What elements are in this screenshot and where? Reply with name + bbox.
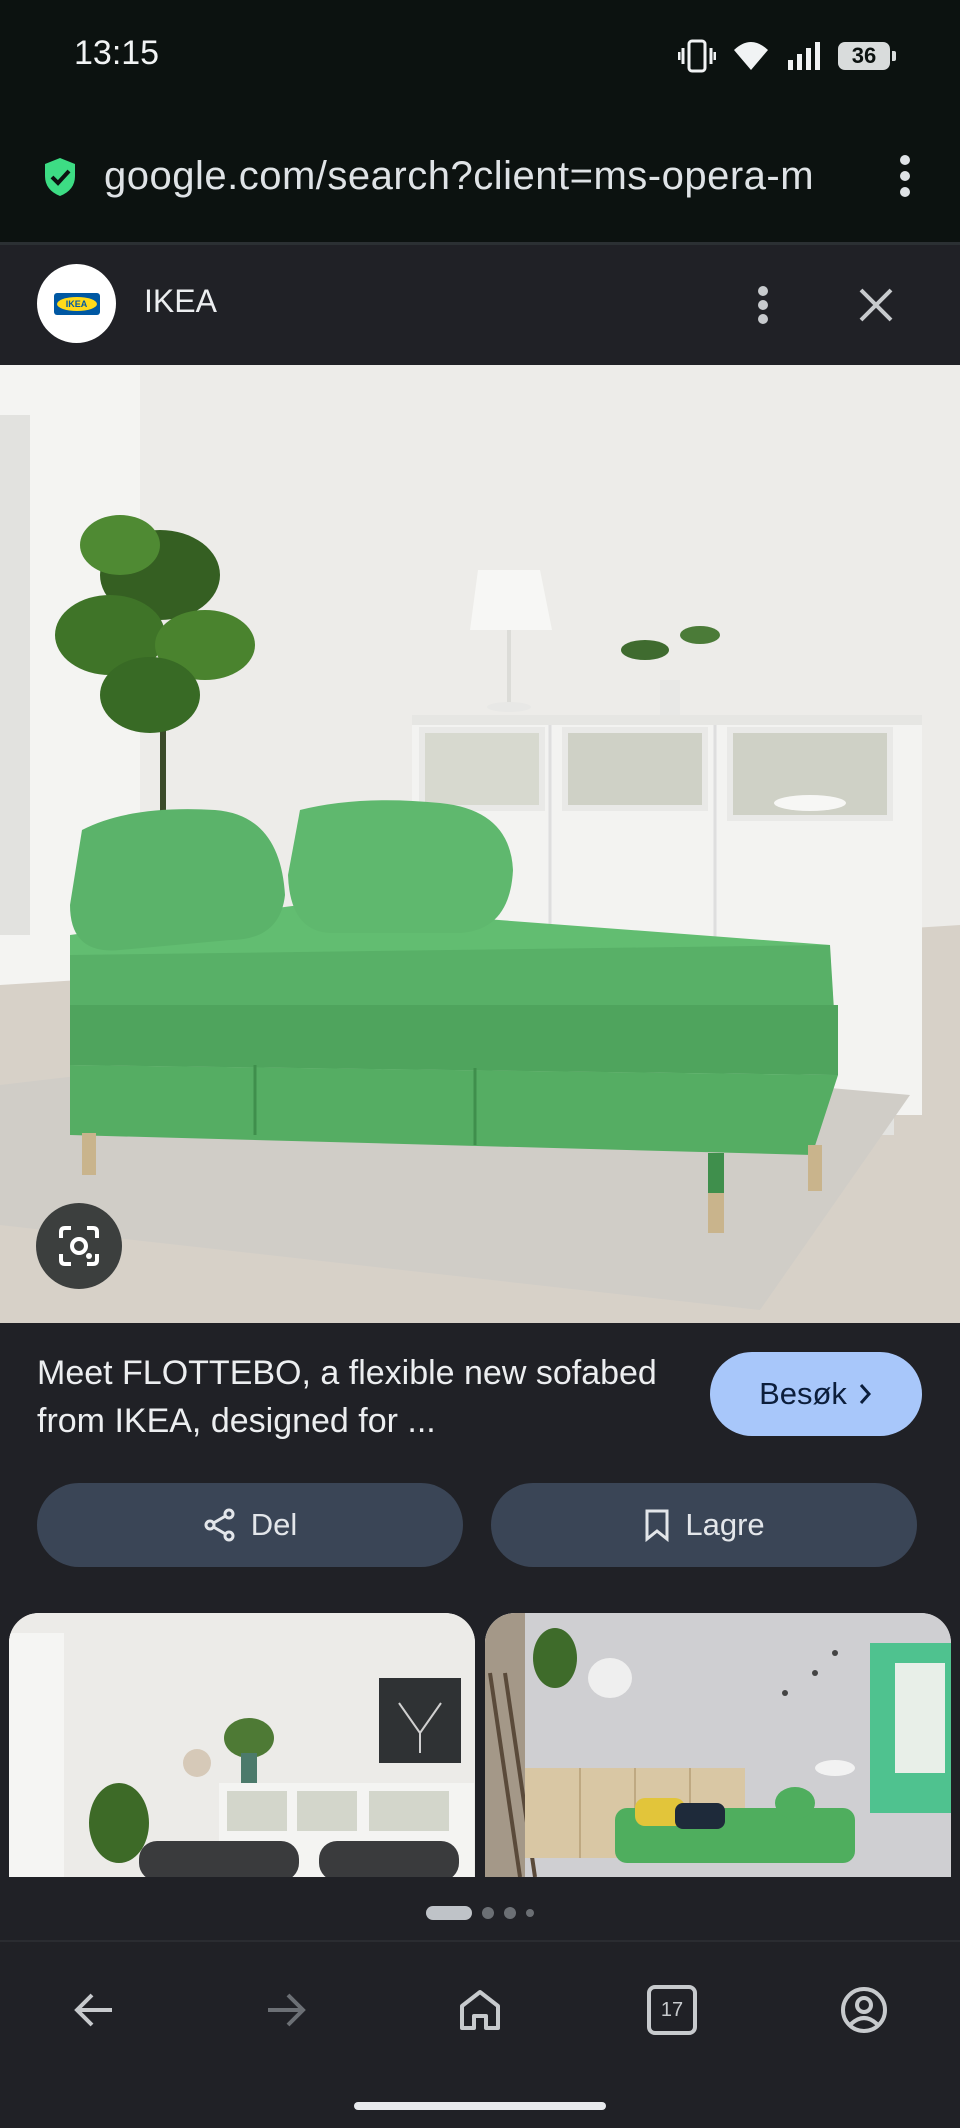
save-label: Lagre [685, 1507, 765, 1542]
signal-icon [788, 42, 820, 70]
pager-dot [526, 1909, 534, 1917]
forward-button[interactable] [254, 1978, 318, 2042]
shield-check-icon [45, 158, 75, 196]
related-photo-2 [485, 1613, 951, 1877]
pager-dot [504, 1907, 516, 1919]
pager-dot-active [426, 1906, 472, 1920]
wifi-icon [734, 42, 768, 70]
related-image-2[interactable] [485, 1613, 951, 1877]
battery-icon: 36 [838, 42, 896, 70]
more-vertical-icon[interactable] [898, 154, 912, 198]
share-button[interactable]: Del [37, 1483, 463, 1567]
share-icon [204, 1508, 235, 1542]
chevron-right-icon [859, 1384, 871, 1404]
tabs-icon: 17 [647, 1985, 697, 2035]
ikea-logo-icon: IKEA [53, 292, 100, 315]
status-icons: 36 [678, 36, 896, 76]
result-caption[interactable]: Meet FLOTTEBO, a flexible new sofabed fr… [37, 1349, 677, 1445]
image-pager [0, 1903, 960, 1923]
visit-label: Besøk [759, 1376, 847, 1411]
forward-icon [268, 1993, 306, 2027]
home-icon [460, 1990, 500, 2030]
tabs-button[interactable]: 17 [640, 1978, 704, 2042]
status-bar: 13:15 36 [0, 0, 960, 110]
visit-button[interactable]: Besøk [710, 1352, 922, 1436]
main-image[interactable] [0, 365, 960, 1323]
google-lens-icon [59, 1226, 99, 1266]
pager-dot [482, 1907, 494, 1919]
account-icon [841, 1987, 887, 2033]
sofa-photo [0, 365, 960, 1323]
gesture-bar[interactable] [354, 2102, 606, 2110]
save-button[interactable]: Lagre [491, 1483, 917, 1567]
share-label: Del [250, 1507, 298, 1542]
vibrate-icon [678, 39, 716, 73]
url-text[interactable]: google.com/search?client=ms-opera-m [104, 154, 850, 199]
home-button[interactable] [448, 1978, 512, 2042]
bottom-nav: 17 [0, 1940, 960, 2128]
account-button[interactable] [832, 1978, 896, 2042]
site-avatar: IKEA [37, 264, 116, 343]
bookmark-icon [645, 1509, 669, 1542]
result-info-panel: Meet FLOTTEBO, a flexible new sofabed fr… [0, 1323, 960, 1940]
more-vertical-icon[interactable] [748, 281, 778, 329]
site-name: IKEA [144, 283, 217, 319]
status-time: 13:15 [74, 34, 160, 72]
sheet-header: IKEA IKEA [0, 245, 960, 365]
back-icon [74, 1993, 112, 2027]
close-icon[interactable] [856, 281, 896, 329]
related-image-1[interactable] [9, 1613, 475, 1877]
related-photo-1 [9, 1613, 475, 1877]
lens-button[interactable] [36, 1203, 122, 1289]
back-button[interactable] [62, 1978, 126, 2042]
url-bar[interactable]: google.com/search?client=ms-opera-m [0, 110, 960, 245]
